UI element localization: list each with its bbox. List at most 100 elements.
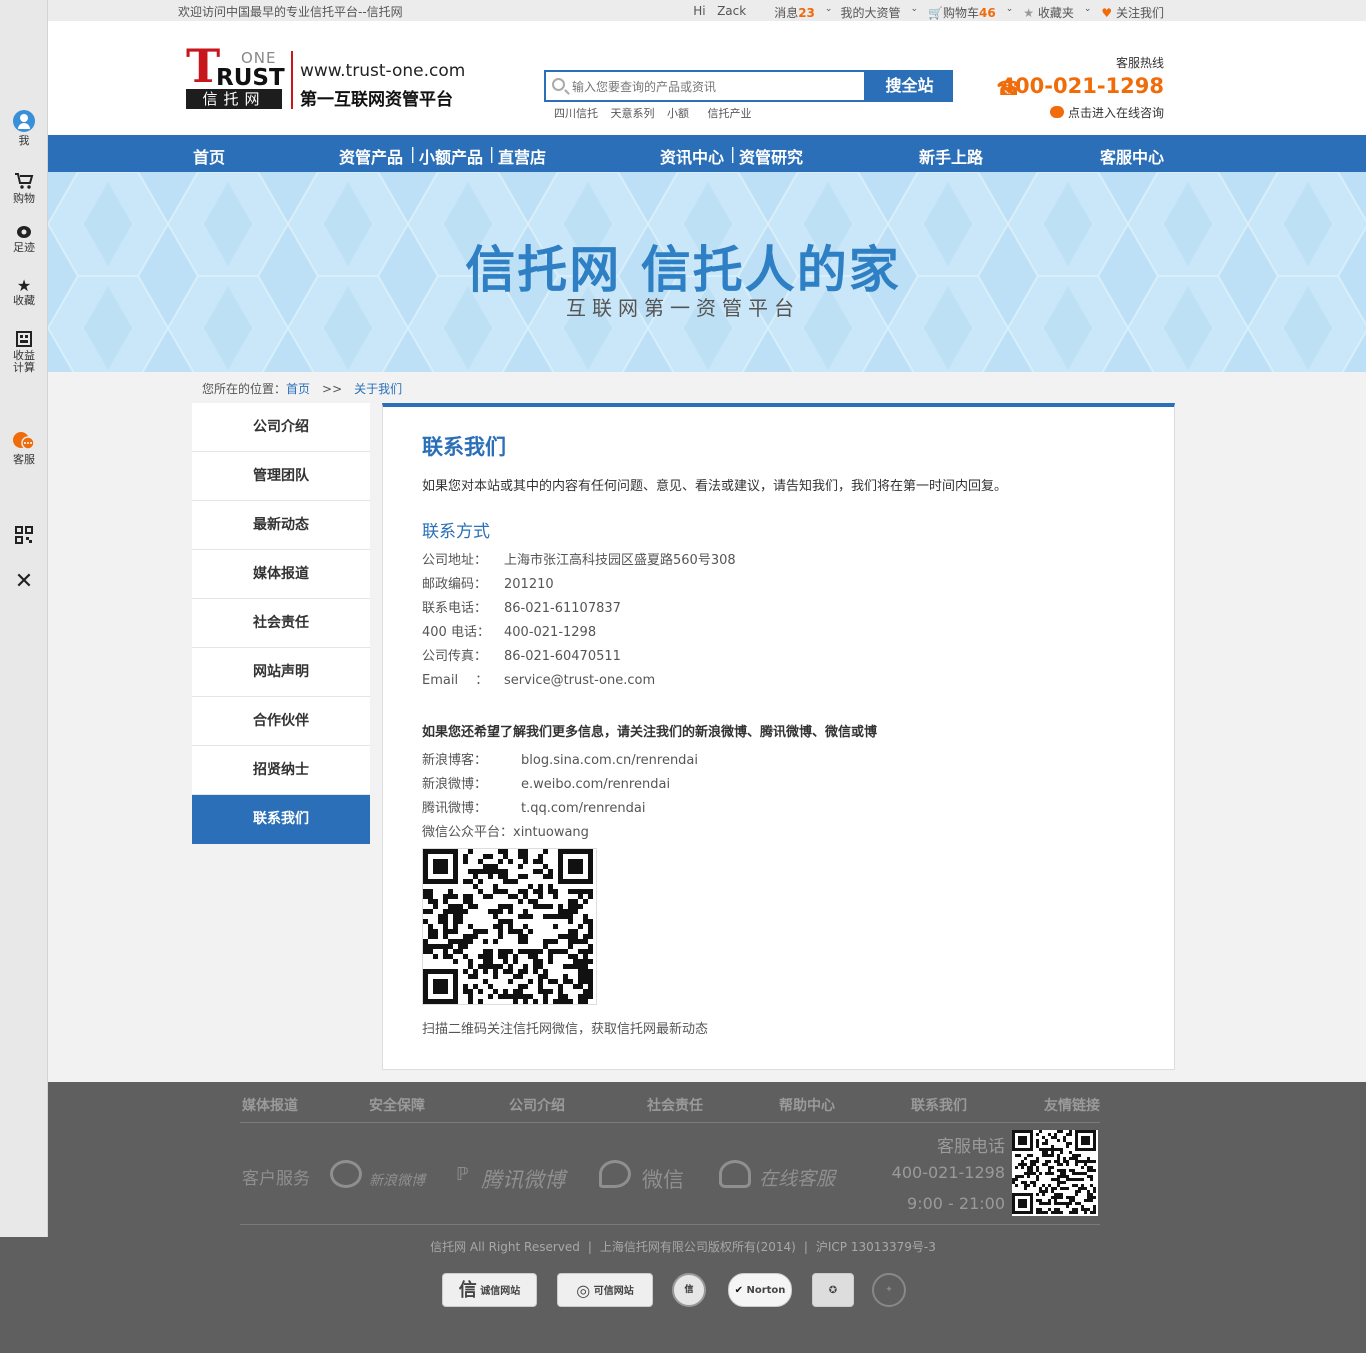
hot-link[interactable]: 四川信托 xyxy=(554,107,598,120)
footer-qr-code xyxy=(1012,1130,1098,1216)
my-assets-link[interactable]: 我的大资管 xyxy=(840,4,900,21)
wechat-qr-code xyxy=(422,848,597,1005)
chevron-down-icon: ⌄ xyxy=(1005,4,1014,14)
content-panel: 联系我们 如果您对本站或其中的内容有任何问题、意见、看法或建议，请告知我们，我们… xyxy=(382,403,1175,1070)
wechat-link[interactable]: 微信 xyxy=(642,1164,684,1194)
chevron-down-icon: ⌄ xyxy=(910,4,919,14)
footer: 媒体报道 安全保障 公司介绍 社会责任 帮助中心 联系我们 友情链接 客户服务 … xyxy=(48,1082,1366,1237)
user-icon xyxy=(13,110,35,132)
toolbar-item-service[interactable]: 客服 xyxy=(0,431,48,466)
footer-link[interactable]: 联系我们 xyxy=(911,1095,967,1115)
tencent-weibo-link[interactable]: 腾讯微博 xyxy=(481,1164,565,1194)
breadcrumb: 您所在的位置：首页 >> 关于我们 xyxy=(202,382,403,396)
logo-divider xyxy=(291,51,293,109)
side-menu-item[interactable]: 媒体报道 xyxy=(192,550,370,599)
side-menu-item[interactable]: 社会责任 xyxy=(192,599,370,648)
toolbar-close-button[interactable]: ✕ xyxy=(0,571,48,593)
footer-phone: 400-021-1298 xyxy=(891,1163,1005,1182)
credible-site-badge[interactable]: ◎ 可信网站 xyxy=(557,1273,653,1307)
welcome-text: 欢迎访问中国最早的专业信托平台--信托网 xyxy=(178,5,403,19)
contact-row: 400 电话： 400-021-1298 xyxy=(422,625,597,640)
social-link[interactable]: e.weibo.com/renrendai xyxy=(521,777,670,792)
hot-link[interactable]: 小额 xyxy=(667,107,689,120)
nav-divider: | xyxy=(410,144,416,163)
trust-seal-badge[interactable]: 信 xyxy=(672,1273,706,1307)
messages-link[interactable]: 消息23 xyxy=(774,4,815,21)
nav-service[interactable]: 客服中心 xyxy=(1100,144,1164,168)
cart-link[interactable]: 🛒购物车46 xyxy=(928,4,996,21)
side-menu-item[interactable]: 网站声明 xyxy=(192,648,370,697)
nav-divider: | xyxy=(489,144,495,163)
side-menu-item[interactable]: 管理团队 xyxy=(192,452,370,501)
email-link[interactable]: service@trust-one.com xyxy=(504,673,655,688)
toolbar-item-cart[interactable]: 购物 xyxy=(0,172,48,205)
footer-link[interactable]: 媒体报道 xyxy=(242,1095,298,1115)
wechat-row: 微信公众平台：xintuowang xyxy=(422,825,589,840)
side-menu-item[interactable]: 公司介绍 xyxy=(192,403,370,452)
site-slogan: 第一互联网资管平台 xyxy=(300,90,453,110)
main-nav: 首页 资管产品 | 小额产品 | 直营店 资讯中心 | 资管研究 新手上路 客服… xyxy=(48,135,1366,172)
star-icon: ★ xyxy=(1023,6,1034,20)
footer-link[interactable]: 安全保障 xyxy=(369,1095,425,1115)
contact-heading: 联系方式 xyxy=(422,522,490,542)
search-button[interactable]: 搜全站 xyxy=(866,70,953,102)
online-service-link[interactable]: 在线客服 xyxy=(759,1164,835,1191)
nav-home[interactable]: 首页 xyxy=(193,144,225,168)
search-input[interactable] xyxy=(572,77,862,97)
nav-research[interactable]: 资管研究 xyxy=(739,144,803,168)
gov-seal-badge[interactable]: ✦ xyxy=(872,1273,906,1307)
contact-row: 邮政编码： 201210 xyxy=(422,577,554,592)
side-menu-item[interactable]: 最新动态 xyxy=(192,501,370,550)
contact-row: 联系电话： 86-021-61107837 xyxy=(422,601,621,616)
nav-newbie[interactable]: 新手上路 xyxy=(919,144,983,168)
hotline-number: 400-021-1298 xyxy=(1000,74,1164,98)
breadcrumb-current[interactable]: 关于我们 xyxy=(354,382,402,396)
headset-icon xyxy=(719,1160,751,1188)
toolbar-item-calculator[interactable]: 收益 计算 xyxy=(0,331,48,374)
footer-divider xyxy=(240,1122,1100,1123)
follow-us-link[interactable]: ♥ 关注我们 xyxy=(1101,4,1164,21)
star-icon: ★ xyxy=(16,276,32,295)
side-menu-item[interactable]: 招贤纳士 xyxy=(192,746,370,795)
toolbar-item-history[interactable]: 足迹 xyxy=(0,225,48,254)
greeting: Hi Zack xyxy=(693,4,747,18)
footer-link[interactable]: 帮助中心 xyxy=(779,1095,835,1115)
nav-direct-store[interactable]: 直营店 xyxy=(498,144,546,168)
credit-icon: 信 xyxy=(458,1280,477,1301)
hot-link[interactable]: 信托产业 xyxy=(708,107,752,120)
footer-link[interactable]: 公司介绍 xyxy=(509,1095,565,1115)
nav-news[interactable]: 资讯中心 xyxy=(660,144,724,168)
sina-weibo-link[interactable]: 新浪微博 xyxy=(369,1170,425,1190)
cart-icon xyxy=(15,173,34,189)
chat-icon xyxy=(1049,106,1064,118)
site-header: T ONE RUST 信托网 www.trust-one.com 第一互联网资管… xyxy=(48,21,1366,135)
toolbar-item-me[interactable]: 我 xyxy=(0,110,48,147)
social-row: 腾讯微博： t.qq.com/renrendai xyxy=(422,801,646,816)
site-logo[interactable]: T ONE RUST 信托网 xyxy=(186,43,286,109)
top-bar: 欢迎访问中国最早的专业信托平台--信托网 Hi Zack 消息23 ⌄ 我的大资… xyxy=(48,0,1366,21)
social-link[interactable]: blog.sina.com.cn/renrendai xyxy=(521,753,698,768)
breadcrumb-home[interactable]: 首页 xyxy=(286,382,310,396)
customer-service-label: 客户服务 xyxy=(242,1169,310,1189)
hot-link[interactable]: 天意系列 xyxy=(611,107,655,120)
favorites-link[interactable]: ★ 收藏夹 xyxy=(1023,4,1074,21)
norton-secured-badge[interactable]: ✔ Norton xyxy=(728,1273,792,1307)
username-link[interactable]: Zack xyxy=(717,4,746,18)
credible-icon: ◎ xyxy=(576,1281,591,1300)
page-title: 联系我们 xyxy=(422,435,506,459)
nav-small-products[interactable]: 小额产品 xyxy=(419,144,483,168)
trust-site-badge[interactable]: 信 诚信网站 xyxy=(442,1273,537,1307)
cart-icon: 🛒 xyxy=(928,6,943,20)
nav-products[interactable]: 资管产品 xyxy=(339,144,403,168)
toolbar-qr-button[interactable] xyxy=(0,526,48,547)
copyright: 信托网 All Right Reserved | 上海信托网有限公司版权所有(201… xyxy=(430,1240,936,1254)
footer-link[interactable]: 社会责任 xyxy=(647,1095,703,1115)
toolbar-item-favorites[interactable]: ★ 收藏 xyxy=(0,277,48,307)
footer-link[interactable]: 友情链接 xyxy=(1044,1095,1100,1115)
side-menu-item-active[interactable]: 联系我们 xyxy=(192,795,370,844)
hot-search-links: 四川信托 天意系列 小额 信托产业 xyxy=(554,105,761,121)
online-consult-link[interactable]: 点击进入在线咨询 xyxy=(1049,104,1164,121)
side-menu-item[interactable]: 合作伙伴 xyxy=(192,697,370,746)
police-badge[interactable]: ✪ xyxy=(812,1273,854,1307)
social-link[interactable]: t.qq.com/renrendai xyxy=(521,801,645,816)
